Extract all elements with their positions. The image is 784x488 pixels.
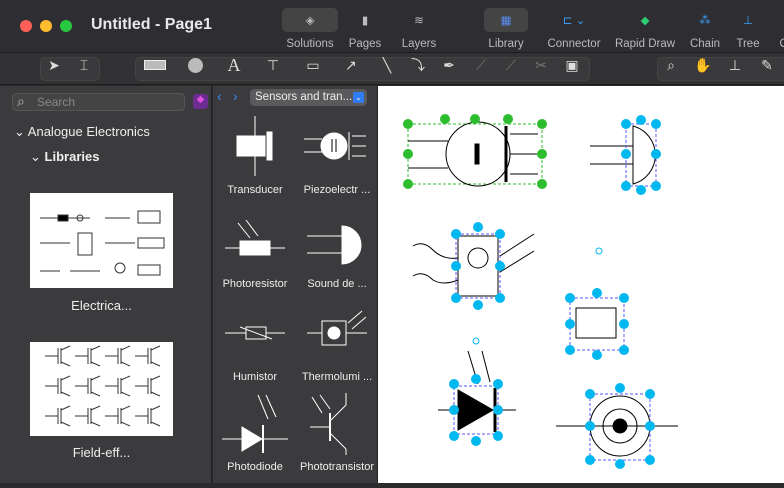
tree-item-libraries[interactable]: ⌄ Libraries <box>30 149 99 165</box>
library-item-photodiode[interactable]: Photodiode <box>215 391 295 473</box>
layers-icon: ≋ <box>414 15 424 27</box>
rectangle-tool-icon[interactable] <box>142 57 168 73</box>
search-zoom-icon[interactable]: ⌕ <box>660 57 682 73</box>
solutions-panel: Search ⌕ ◆ ⌄ Analogue Electronics ⌄ Libr… <box>0 86 212 483</box>
callout-tool-icon[interactable]: ▭ <box>302 57 324 73</box>
search-icon: ⌕ <box>17 93 25 109</box>
image-tool-icon[interactable]: ▣ <box>561 57 583 73</box>
ellipse-tool-icon[interactable] <box>184 57 206 73</box>
library-thumbnail-field-effect[interactable] <box>30 342 173 436</box>
edit-point-tool-icon[interactable]: ⟋ <box>470 57 492 73</box>
curve-tool-icon[interactable]: ⤵ <box>407 57 429 73</box>
close-button[interactable] <box>20 20 32 32</box>
delete-point-tool-icon[interactable]: ✂ <box>530 57 552 73</box>
back-icon[interactable]: ‹ <box>217 88 222 104</box>
minimize-button[interactable] <box>40 20 52 32</box>
line-tool-icon[interactable]: ╲ <box>376 57 398 73</box>
shape-piezoelectric[interactable] <box>403 114 547 189</box>
chevron-down-icon: ⌄ <box>353 92 364 103</box>
library-item-sound-detector[interactable]: Sound de ... <box>297 208 377 290</box>
stamp-tool-icon[interactable]: ⊥ <box>724 57 746 73</box>
library-icon: ▦ <box>484 8 528 32</box>
library-item-piezoelectric[interactable]: Piezoelectr ... <box>297 114 377 196</box>
zoom-button[interactable] <box>60 20 72 32</box>
rapid-draw-icon: ◆ <box>640 15 650 27</box>
library-thumbnail-electrical[interactable] <box>30 193 173 288</box>
library-item-phototransistor[interactable]: Phototransistor <box>297 391 377 473</box>
connector-button[interactable]: ⊏ ⌄ Connector <box>545 8 603 50</box>
pages-button[interactable]: ▮ Pages <box>345 8 385 50</box>
chain-icon: ⁂ <box>699 15 711 27</box>
pointer-tool-icon[interactable]: ➤ <box>43 57 65 73</box>
library-item-photoresistor[interactable]: Photoresistor <box>215 208 295 290</box>
library-select[interactable]: Sensors and tran... ⌄ <box>250 89 367 106</box>
drawing-toolbar: ➤ ⌶ A ⊤ ▭ ↗ ╲ ⤵ ✒ ⟋ ⟋ ✂ ▣ ⌕ ✋ ⊥ ✎ <box>0 53 784 85</box>
magic-icon[interactable]: ◆ <box>193 94 208 109</box>
library-label: Electrica... <box>71 298 132 313</box>
text-tool-icon[interactable]: A <box>223 55 245 75</box>
library-item-thermoluminescent[interactable]: Thermolumi ... <box>297 301 377 383</box>
library-item-humistor[interactable]: Humistor <box>215 301 295 383</box>
text-select-tool-icon[interactable]: ⌶ <box>73 57 95 73</box>
chain-button[interactable]: ⁂ Chain <box>688 8 722 50</box>
library-panel: ‹ › Sensors and tran... ⌄ Transducer Piez… <box>213 86 378 483</box>
library-button[interactable]: ▦ Library <box>484 8 528 50</box>
shape-sensor-circle[interactable] <box>556 383 678 469</box>
more-icon <box>774 8 784 32</box>
pages-icon: ▮ <box>361 15 369 27</box>
hand-tool-icon[interactable]: ✋ <box>692 57 714 73</box>
textbox-tool-icon[interactable]: ⊤ <box>262 57 284 73</box>
tree-button[interactable]: ⊥ Tree <box>733 8 763 50</box>
shape-humistor[interactable] <box>565 247 629 360</box>
shape-photodiode[interactable] <box>438 337 516 446</box>
solutions-button[interactable]: ◈ Solutions <box>282 8 338 50</box>
forward-icon[interactable]: › <box>233 88 238 104</box>
library-label: Field-eff... <box>72 445 131 460</box>
solutions-icon: ◈ <box>282 8 338 32</box>
title-bar: Untitled - Page1 ◈ Solutions ▮ Pages ≋ Laye… <box>0 0 784 53</box>
pen-tool-icon[interactable]: ✒ <box>438 57 460 73</box>
eyedropper-tool-icon[interactable]: ✎ <box>756 57 778 73</box>
more-button[interactable]: O <box>774 8 784 50</box>
layers-button[interactable]: ≋ Layers <box>397 8 441 50</box>
connector-icon: ⊏ ⌄ <box>562 15 586 27</box>
arrow-tool-icon[interactable]: ↗ <box>340 57 362 73</box>
library-item-transducer[interactable]: Transducer <box>215 114 295 196</box>
window-title: Untitled - Page1 <box>91 16 212 33</box>
shape-sound-detector[interactable] <box>590 115 661 195</box>
tree-item-analogue-electronics[interactable]: ⌄ Analogue Electronics <box>14 124 150 140</box>
tree-icon: ⊥ <box>742 15 754 27</box>
search-input[interactable]: Search <box>12 93 185 111</box>
add-point-tool-icon[interactable]: ⟋ <box>500 57 522 73</box>
drawing-canvas[interactable] <box>378 86 784 483</box>
rapid-draw-button[interactable]: ◆ Rapid Draw <box>613 8 677 50</box>
shape-thermoluminescent[interactable] <box>412 222 535 310</box>
